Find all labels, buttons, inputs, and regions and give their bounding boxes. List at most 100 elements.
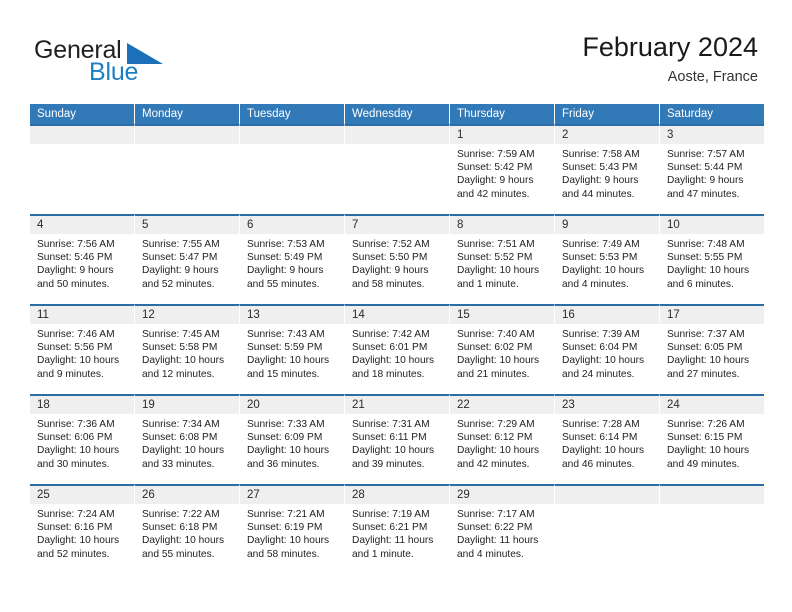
day-detail-line: Daylight: 10 hours <box>457 265 540 277</box>
day-cell-5[interactable]: 5 Sunrise: 7:55 AM Sunset: 5:47 PM Daylight… <box>134 214 239 304</box>
day-detail-line: Daylight: 9 hours <box>37 265 114 277</box>
day-detail-line: and 58 minutes. <box>352 278 425 290</box>
day-detail-line: Sunset: 5:46 PM <box>37 252 113 264</box>
day-cell-6[interactable]: 6 Sunrise: 7:53 AM Sunset: 5:49 PM Daylight… <box>239 214 344 304</box>
day-detail-line: Sunrise: 7:24 AM <box>37 509 115 520</box>
day-details: Sunrise: 7:42 AM Sunset: 6:01 PM Daylight:… <box>345 324 449 394</box>
day-detail-line: Sunrise: 7:58 AM <box>562 149 640 160</box>
day-detail-line: Sunrise: 7:26 AM <box>667 419 745 430</box>
day-detail-line: Sunrise: 7:34 AM <box>142 419 220 430</box>
day-detail-line: and 24 minutes. <box>562 368 635 380</box>
day-cell-10[interactable]: 10 Sunrise: 7:48 AM Sunset: 5:55 PM Dayligh… <box>659 214 764 304</box>
day-detail-line: Sunset: 6:19 PM <box>247 522 323 534</box>
day-detail-line: Sunset: 5:59 PM <box>247 342 323 354</box>
day-cell-29[interactable]: 29 Sunrise: 7:17 AM Sunset: 6:22 PM Dayligh… <box>449 484 554 574</box>
day-cell-27[interactable]: 27 Sunrise: 7:21 AM Sunset: 6:19 PM Dayligh… <box>239 484 344 574</box>
day-detail-line: Daylight: 10 hours <box>142 445 225 457</box>
day-detail-line: and 58 minutes. <box>247 548 320 560</box>
day-detail-line: and 1 minute. <box>457 278 519 290</box>
day-cell-9[interactable]: 9 Sunrise: 7:49 AM Sunset: 5:53 PM Daylight… <box>554 214 659 304</box>
day-detail-line: Daylight: 10 hours <box>667 445 750 457</box>
day-detail-line: Sunrise: 7:46 AM <box>37 329 115 340</box>
day-detail-line: Sunrise: 7:55 AM <box>142 239 220 250</box>
day-detail-line: Daylight: 10 hours <box>562 355 645 367</box>
day-detail-line: Sunrise: 7:28 AM <box>562 419 640 430</box>
day-cell-1[interactable]: 1 Sunrise: 7:59 AM Sunset: 5:42 PM Daylight… <box>449 124 554 214</box>
day-details: Sunrise: 7:17 AM Sunset: 6:22 PM Daylight:… <box>450 504 554 574</box>
day-cell-15[interactable]: 15 Sunrise: 7:40 AM Sunset: 6:02 PM Dayligh… <box>449 304 554 394</box>
day-cell-23[interactable]: 23 Sunrise: 7:28 AM Sunset: 6:14 PM Dayligh… <box>554 394 659 484</box>
day-cell-13[interactable]: 13 Sunrise: 7:43 AM Sunset: 5:59 PM Dayligh… <box>239 304 344 394</box>
day-detail-line: Daylight: 10 hours <box>562 445 645 457</box>
day-number <box>30 126 134 144</box>
day-detail-line: and 47 minutes. <box>667 188 740 200</box>
day-detail-line: Sunset: 6:09 PM <box>247 432 323 444</box>
day-detail-line: and 52 minutes. <box>142 278 215 290</box>
day-detail-line: and 6 minutes. <box>667 278 734 290</box>
day-detail-line: and 33 minutes. <box>142 458 215 470</box>
day-cell-25[interactable]: 25 Sunrise: 7:24 AM Sunset: 6:16 PM Dayligh… <box>30 484 134 574</box>
day-cell-16[interactable]: 16 Sunrise: 7:39 AM Sunset: 6:04 PM Dayligh… <box>554 304 659 394</box>
day-detail-line: and 50 minutes. <box>37 278 110 290</box>
day-number: 22 <box>450 396 554 414</box>
day-detail-line: Daylight: 10 hours <box>457 355 540 367</box>
day-detail-line: Sunrise: 7:53 AM <box>247 239 325 250</box>
weekday-header-friday: Friday <box>554 104 659 124</box>
day-detail-line: Daylight: 10 hours <box>667 355 750 367</box>
weekday-header-tuesday: Tuesday <box>239 104 344 124</box>
day-number <box>660 486 764 504</box>
day-cell-17[interactable]: 17 Sunrise: 7:37 AM Sunset: 6:05 PM Dayligh… <box>659 304 764 394</box>
day-cell-28[interactable]: 28 Sunrise: 7:19 AM Sunset: 6:21 PM Dayligh… <box>344 484 449 574</box>
logo-text-blue: Blue <box>89 58 139 86</box>
day-cell-4[interactable]: 4 Sunrise: 7:56 AM Sunset: 5:46 PM Daylight… <box>30 214 134 304</box>
day-detail-line: Sunrise: 7:57 AM <box>667 149 745 160</box>
day-details: Sunrise: 7:33 AM Sunset: 6:09 PM Daylight:… <box>240 414 344 484</box>
day-detail-line: and 9 minutes. <box>37 368 104 380</box>
day-cell-26[interactable]: 26 Sunrise: 7:22 AM Sunset: 6:18 PM Dayligh… <box>134 484 239 574</box>
day-detail-line: Sunrise: 7:21 AM <box>247 509 325 520</box>
day-number: 29 <box>450 486 554 504</box>
day-details: Sunrise: 7:49 AM Sunset: 5:53 PM Daylight:… <box>555 234 659 304</box>
day-cell-empty <box>344 124 449 214</box>
day-detail-line: Daylight: 11 hours <box>352 535 434 547</box>
day-detail-line: and 36 minutes. <box>247 458 320 470</box>
day-detail-line: Daylight: 9 hours <box>352 265 429 277</box>
day-details: Sunrise: 7:40 AM Sunset: 6:02 PM Daylight:… <box>450 324 554 394</box>
day-detail-line: and 27 minutes. <box>667 368 740 380</box>
day-detail-line: Sunrise: 7:33 AM <box>247 419 325 430</box>
day-details: Sunrise: 7:34 AM Sunset: 6:08 PM Daylight:… <box>135 414 239 484</box>
day-cell-3[interactable]: 3 Sunrise: 7:57 AM Sunset: 5:44 PM Daylight… <box>659 124 764 214</box>
day-cell-8[interactable]: 8 Sunrise: 7:51 AM Sunset: 5:52 PM Daylight… <box>449 214 554 304</box>
day-detail-line: Sunrise: 7:36 AM <box>37 419 115 430</box>
day-cell-24[interactable]: 24 Sunrise: 7:26 AM Sunset: 6:15 PM Dayligh… <box>659 394 764 484</box>
page-title: February 2024 <box>582 32 758 62</box>
day-cell-22[interactable]: 22 Sunrise: 7:29 AM Sunset: 6:12 PM Dayligh… <box>449 394 554 484</box>
weekday-header-saturday: Saturday <box>659 104 764 124</box>
day-detail-line: Sunset: 5:52 PM <box>457 252 533 264</box>
day-cell-7[interactable]: 7 Sunrise: 7:52 AM Sunset: 5:50 PM Daylight… <box>344 214 449 304</box>
day-detail-line: and 55 minutes. <box>247 278 320 290</box>
day-detail-line: Daylight: 10 hours <box>247 445 330 457</box>
day-detail-line: Sunset: 6:22 PM <box>457 522 533 534</box>
day-cell-11[interactable]: 11 Sunrise: 7:46 AM Sunset: 5:56 PM Dayligh… <box>30 304 134 394</box>
weekday-header-monday: Monday <box>134 104 239 124</box>
day-detail-line: Sunrise: 7:19 AM <box>352 509 430 520</box>
calendar-week-row: 18 Sunrise: 7:36 AM Sunset: 6:06 PM Dayligh… <box>30 394 764 484</box>
day-detail-line: and 4 minutes. <box>562 278 629 290</box>
day-detail-line: Sunrise: 7:39 AM <box>562 329 640 340</box>
day-cell-14[interactable]: 14 Sunrise: 7:42 AM Sunset: 6:01 PM Dayligh… <box>344 304 449 394</box>
day-detail-line: Daylight: 10 hours <box>37 445 120 457</box>
day-number: 8 <box>450 216 554 234</box>
day-cell-19[interactable]: 19 Sunrise: 7:34 AM Sunset: 6:08 PM Dayligh… <box>134 394 239 484</box>
day-detail-line: Sunrise: 7:48 AM <box>667 239 745 250</box>
day-cell-21[interactable]: 21 Sunrise: 7:31 AM Sunset: 6:11 PM Dayligh… <box>344 394 449 484</box>
day-cell-18[interactable]: 18 Sunrise: 7:36 AM Sunset: 6:06 PM Dayligh… <box>30 394 134 484</box>
day-number: 26 <box>135 486 239 504</box>
day-details: Sunrise: 7:51 AM Sunset: 5:52 PM Daylight:… <box>450 234 554 304</box>
day-cell-20[interactable]: 20 Sunrise: 7:33 AM Sunset: 6:09 PM Dayligh… <box>239 394 344 484</box>
day-detail-line: Sunset: 6:21 PM <box>352 522 428 534</box>
day-details: Sunrise: 7:58 AM Sunset: 5:43 PM Daylight:… <box>555 144 659 214</box>
day-cell-12[interactable]: 12 Sunrise: 7:45 AM Sunset: 5:58 PM Dayligh… <box>134 304 239 394</box>
day-detail-line: and 55 minutes. <box>142 548 215 560</box>
day-cell-2[interactable]: 2 Sunrise: 7:58 AM Sunset: 5:43 PM Daylight… <box>554 124 659 214</box>
